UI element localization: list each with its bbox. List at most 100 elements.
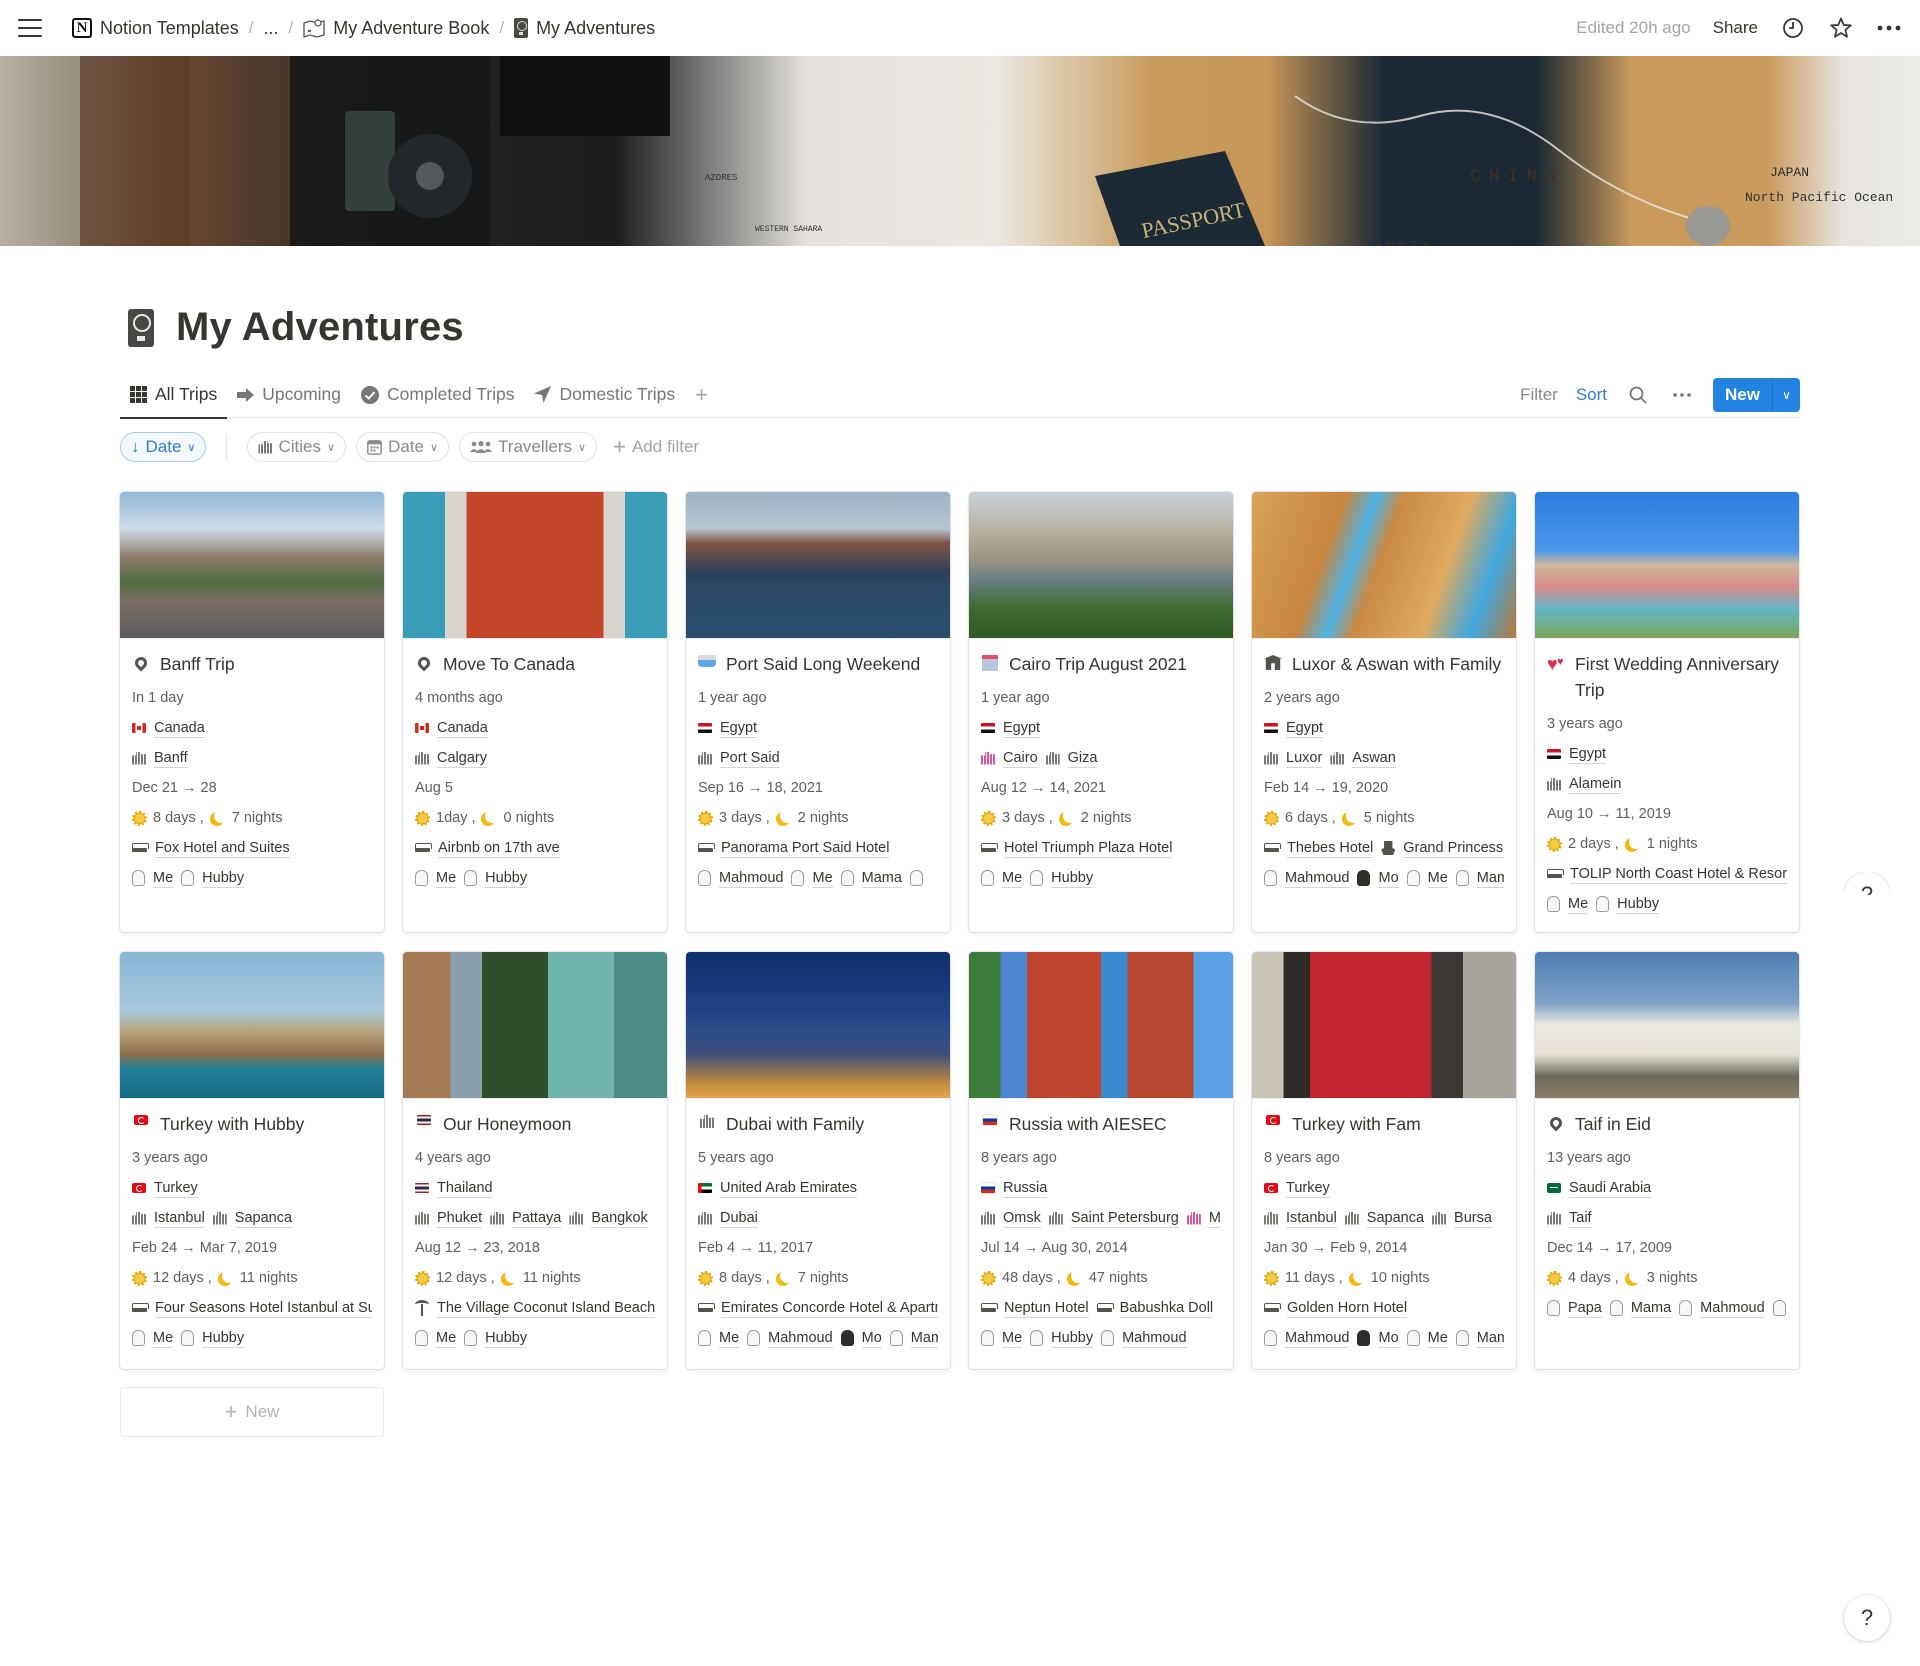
traveller-chip[interactable]: Mama (840, 869, 902, 888)
traveller-chip[interactable]: Mahmoud (1679, 1299, 1765, 1318)
traveller-chip[interactable]: Hubby (181, 869, 245, 888)
traveller-chip[interactable]: Mahmoud (1264, 869, 1350, 888)
country-chip[interactable]: Egypt (698, 719, 758, 738)
traveller-chip[interactable]: Mo (1357, 1329, 1399, 1348)
city-chip[interactable]: Istanbul (132, 1209, 205, 1228)
country-chip[interactable]: Thailand (415, 1179, 493, 1198)
accommodation-chip[interactable]: Airbnb on 17th ave (415, 839, 560, 858)
trip-card[interactable]: Cairo Trip August 2021 1 year ago Egypt Cai… (969, 492, 1233, 932)
accommodation-chip[interactable]: The Village Coconut Island Beach Resort (415, 1299, 655, 1318)
country-chip[interactable]: Canada (415, 719, 488, 738)
new-button-label[interactable]: New (1713, 378, 1772, 412)
trip-card[interactable]: Banff Trip In 1 day Canada Banff Dec 21 → 28… (120, 492, 384, 932)
sort-button[interactable]: Sort (1576, 385, 1607, 405)
traveller-chip[interactable]: Me (981, 869, 1023, 888)
trip-card[interactable]: Our Honeymoon 4 years ago Thailand Phuket Pa… (403, 952, 667, 1369)
city-chip[interactable]: Sapanca (212, 1209, 293, 1228)
city-chip[interactable]: Bangkok (569, 1209, 648, 1228)
accommodation-chip[interactable]: Fox Hotel and Suites (132, 839, 290, 858)
country-chip[interactable]: Turkey (132, 1179, 198, 1198)
city-chip[interactable]: Omsk (981, 1209, 1041, 1228)
page-title-text[interactable]: My Adventures (176, 305, 464, 350)
trip-card[interactable]: Port Said Long Weekend 1 year ago Egypt Por… (686, 492, 950, 932)
traveller-chip[interactable]: Mama (1455, 869, 1504, 888)
tab-completed-trips[interactable]: Completed Trips (351, 372, 524, 418)
traveller-chip[interactable]: Hubby (1030, 1329, 1094, 1348)
new-button[interactable]: New ∨ (1713, 377, 1800, 412)
trip-card[interactable]: Russia with AIESEC 8 years ago Russia Omsk S… (969, 952, 1233, 1369)
add-filter-button[interactable]: + Add filter (613, 434, 699, 460)
filter-button[interactable]: Filter (1520, 385, 1558, 405)
traveller-chip[interactable]: Mahmoud (1101, 1329, 1187, 1348)
city-chip[interactable]: Cairo (981, 749, 1038, 768)
traveller-chip[interactable]: Me (791, 869, 833, 888)
traveller-chip[interactable]: Mama (1455, 1329, 1504, 1348)
city-chip[interactable]: Port Said (698, 749, 780, 768)
country-chip[interactable]: Canada (132, 719, 205, 738)
add-view-button[interactable]: + (685, 382, 718, 408)
traveller-chip[interactable]: Mahmoud (747, 1329, 833, 1348)
city-chip[interactable]: Istanbul (1264, 1209, 1337, 1228)
passport-icon[interactable] (128, 308, 154, 347)
country-chip[interactable]: United Arab Emirates (698, 1179, 858, 1198)
traveller-chip[interactable]: Mama (889, 1329, 938, 1348)
country-chip[interactable]: Russia (981, 1179, 1048, 1198)
city-chip[interactable]: Taif (1547, 1209, 1592, 1228)
traveller-chip[interactable]: Mo (840, 1329, 882, 1348)
trip-card[interactable]: Turkey with Hubby 3 years ago Turkey Istanb… (120, 952, 384, 1369)
city-chip[interactable]: Luxor (1264, 749, 1323, 768)
city-chip[interactable]: Sapanca (1344, 1209, 1425, 1228)
accommodation-chip[interactable]: Neptun Hotel (981, 1299, 1089, 1318)
trip-card[interactable]: Luxor & Aswan with Family 2 years ago Egyp… (1252, 492, 1516, 932)
tab-upcoming[interactable]: Upcoming (227, 372, 351, 418)
city-chip[interactable]: Moscow (1186, 1209, 1221, 1228)
city-chip[interactable]: Pattaya (490, 1209, 562, 1228)
city-chip[interactable]: Banff (132, 749, 188, 768)
breadcrumb-notion-templates[interactable]: N Notion Templates (68, 16, 243, 41)
traveller-chip[interactable]: Me (1406, 1329, 1448, 1348)
trip-card[interactable]: Move To Canada 4 months ago Canada Calgary A… (403, 492, 667, 932)
traveller-chip[interactable]: Hubby (1030, 869, 1094, 888)
city-chip[interactable]: Giza (1045, 749, 1098, 768)
country-chip[interactable]: Egypt (981, 719, 1041, 738)
chevron-down-icon[interactable]: ∨ (1772, 377, 1800, 412)
breadcrumb-ellipsis[interactable]: ... (259, 16, 282, 41)
traveller-chip[interactable]: Me (415, 1329, 457, 1348)
sort-date-pill[interactable]: ↓ Date ∨ (120, 432, 207, 462)
accommodation-chip[interactable]: Thebes Hotel (1264, 839, 1374, 858)
accommodation-chip[interactable]: Golden Horn Hotel (1264, 1299, 1408, 1318)
traveller-chip[interactable]: Mahmoud (698, 869, 784, 888)
trip-card[interactable]: Turkey with Fam 8 years ago Turkey Istanbul… (1252, 952, 1516, 1369)
accommodation-chip[interactable]: Emirates Concorde Hotel & Apartments (698, 1299, 938, 1318)
trip-card[interactable]: First Wedding Anniversary Trip 3 years ag… (1535, 492, 1799, 932)
breadcrumb-my-adventure-book[interactable]: My Adventure Book (299, 16, 493, 41)
traveller-chip[interactable]: Me (132, 869, 174, 888)
traveller-chip[interactable]: Mama (1609, 1299, 1672, 1318)
traveller-chip[interactable] (1772, 1300, 1786, 1316)
filter-date-pill[interactable]: Date ∨ (356, 432, 450, 462)
traveller-chip[interactable]: Hubby (1596, 895, 1660, 914)
city-chip[interactable]: Dubai (698, 1209, 758, 1228)
traveller-chip[interactable]: Me (415, 869, 457, 888)
trip-card[interactable]: Dubai with Family 5 years ago United Arab … (686, 952, 950, 1369)
traveller-chip[interactable]: Me (1547, 895, 1589, 914)
traveller-chip[interactable]: Papa (1547, 1299, 1602, 1318)
traveller-chip[interactable] (909, 870, 923, 886)
traveller-chip[interactable]: Mo (1357, 869, 1399, 888)
accommodation-chip[interactable]: TOLIP North Coast Hotel & Resort (1547, 865, 1787, 884)
more-dots-icon[interactable] (1876, 15, 1902, 41)
traveller-chip[interactable]: Hubby (464, 1329, 528, 1348)
country-chip[interactable]: Egypt (1264, 719, 1324, 738)
city-chip[interactable]: Phuket (415, 1209, 483, 1228)
favorite-star-icon[interactable] (1828, 15, 1854, 41)
traveller-chip[interactable]: Hubby (464, 869, 528, 888)
tab-all-trips[interactable]: All Trips (120, 372, 228, 419)
traveller-chip[interactable]: Mahmoud (1264, 1329, 1350, 1348)
history-clock-icon[interactable] (1780, 15, 1806, 41)
traveller-chip[interactable]: Hubby (181, 1329, 245, 1348)
city-chip[interactable]: Calgary (415, 749, 487, 768)
city-chip[interactable]: Saint Petersburg (1048, 1209, 1179, 1228)
trip-card[interactable]: Taif in Eid 13 years ago Saudi Arabia Taif D… (1535, 952, 1799, 1369)
share-button[interactable]: Share (1713, 18, 1758, 38)
city-chip[interactable]: Alamein (1547, 775, 1622, 794)
